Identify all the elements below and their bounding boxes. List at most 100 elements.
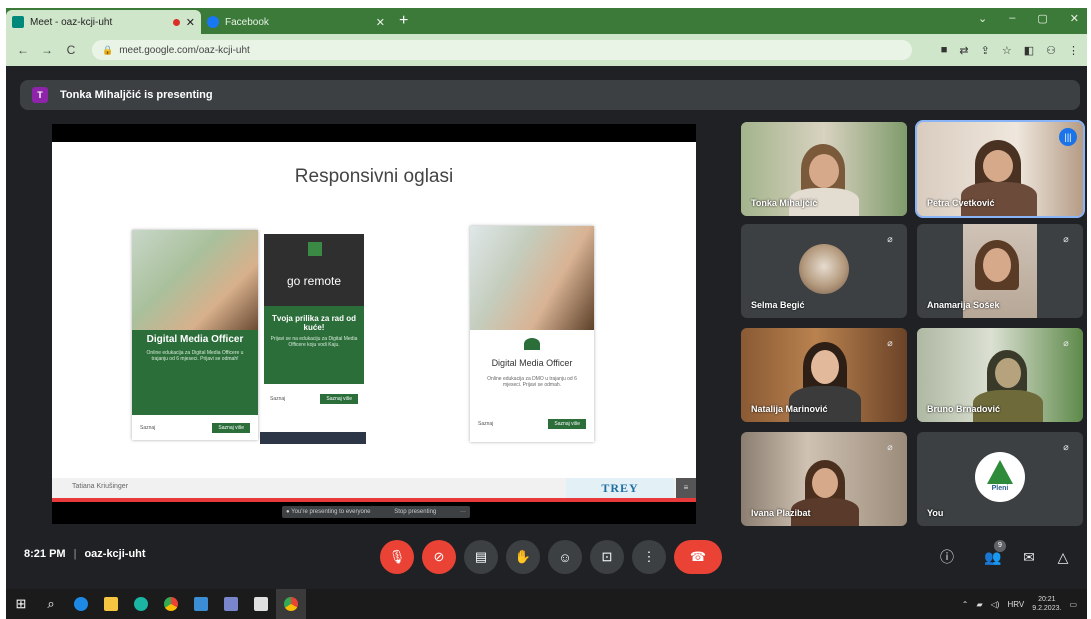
slide-footer: Tatiana Kriušinger TREY ≡ bbox=[52, 478, 696, 498]
presentation-stage[interactable]: Responsivni oglasi Digital Media Officer… bbox=[52, 124, 696, 524]
mic-off-icon: ⌀ bbox=[887, 442, 893, 452]
profile-icon[interactable]: ⚇ bbox=[1046, 44, 1056, 57]
participant-tile[interactable]: ||| Petra Cvetković bbox=[915, 120, 1085, 218]
raise-hand-button[interactable]: ✋ bbox=[506, 540, 540, 574]
mail-icon[interactable] bbox=[216, 589, 246, 619]
more-options-button[interactable]: ⋮ bbox=[632, 540, 666, 574]
participant-tile[interactable]: ⌀ Selma Begić bbox=[741, 224, 907, 318]
menu-icon[interactable]: ⋮ bbox=[1068, 44, 1079, 57]
app-icon[interactable] bbox=[246, 589, 276, 619]
bookmark-star-icon[interactable]: ☆ bbox=[1002, 44, 1012, 57]
camera-toggle-button[interactable]: ⊘ bbox=[422, 540, 456, 574]
participant-tile-self[interactable]: Pleni ⌀ You bbox=[917, 432, 1083, 526]
back-icon[interactable]: ← bbox=[14, 43, 32, 57]
ad-footer: Saznaj Saznaj više bbox=[470, 416, 594, 432]
participant-name: Bruno Brnadović bbox=[927, 404, 1001, 414]
notifications-icon[interactable]: ▭ bbox=[1069, 600, 1077, 609]
sidebar-icon[interactable]: ◧ bbox=[1024, 44, 1034, 57]
participant-tile[interactable]: ⌀ Natalija Marinović bbox=[741, 328, 907, 422]
ad-footer: Saznaj Saznaj više bbox=[264, 390, 364, 408]
meet-window: T Tonka Mihaljčić is presenting Responsi… bbox=[6, 66, 1087, 589]
browser-tab-bar: Meet - oaz-kcji-uht ✕ Facebook ✕ + ⌄ – ▢… bbox=[6, 8, 1087, 34]
reactions-button[interactable]: ☺ bbox=[548, 540, 582, 574]
stop-presenting-button[interactable]: Stop presenting bbox=[394, 509, 436, 515]
participant-tile[interactable]: Tonka Mihaljčić bbox=[741, 122, 907, 216]
clock-time: 20:21 bbox=[1038, 596, 1056, 603]
ad-green-panel: Tvoja prilika za rad od kuće! Prijavi se… bbox=[264, 306, 364, 384]
participant-name: Selma Begić bbox=[751, 300, 805, 310]
share-icon[interactable]: ⇪ bbox=[981, 44, 990, 57]
tab-meet[interactable]: Meet - oaz-kcji-uht ✕ bbox=[6, 10, 201, 34]
clock[interactable]: 20:21 9.2.2023. bbox=[1032, 595, 1061, 613]
search-icon[interactable]: ⌕ bbox=[36, 589, 66, 619]
minimize-icon[interactable]: – bbox=[1009, 12, 1015, 25]
present-button[interactable]: ⊡ bbox=[590, 540, 624, 574]
close-tab-icon[interactable]: ✕ bbox=[376, 16, 385, 29]
slide-menu-icon[interactable]: ≡ bbox=[676, 478, 696, 498]
people-button[interactable]: 👥 9 bbox=[980, 540, 1006, 570]
mic-off-icon: ⌀ bbox=[1063, 338, 1069, 348]
camera-off-icon: ⊘ bbox=[433, 549, 445, 564]
activities-button[interactable]: △ bbox=[1050, 544, 1076, 570]
participant-tile[interactable]: ⌀ Bruno Brnadović bbox=[917, 328, 1083, 422]
facebook-favicon-icon bbox=[207, 16, 219, 28]
tab-facebook[interactable]: Facebook ✕ bbox=[201, 10, 391, 34]
captions-button[interactable]: ▤ bbox=[464, 540, 498, 574]
presenting-more-button[interactable]: ··· bbox=[460, 509, 466, 515]
meeting-code: oaz-kcji-uht bbox=[84, 548, 146, 560]
participant-tile[interactable]: ⌀ Ivana Plazibat bbox=[741, 432, 907, 526]
volume-icon[interactable]: ◁) bbox=[991, 600, 1000, 609]
mic-toggle-button[interactable]: 🎙 bbox=[380, 540, 414, 574]
participant-name: Tonka Mihaljčić bbox=[751, 198, 818, 208]
participant-name: You bbox=[927, 508, 944, 518]
info-icon: ⓘ bbox=[940, 549, 954, 565]
chrome-active-icon[interactable] bbox=[276, 589, 306, 619]
participant-name: Petra Cvetković bbox=[927, 198, 995, 208]
ad-left-label: Saznaj bbox=[478, 421, 494, 427]
clock-date: 9.2.2023. bbox=[1032, 605, 1062, 612]
start-icon[interactable]: ⊞ bbox=[6, 589, 36, 619]
tab-search-icon[interactable]: ⌄ bbox=[978, 12, 987, 25]
presenting-text: Tonka Mihaljčić is presenting bbox=[60, 89, 213, 101]
tray-chevron-icon[interactable]: ⌃ bbox=[962, 600, 969, 609]
recording-dot-icon bbox=[172, 18, 180, 26]
mic-off-icon: ⌀ bbox=[887, 338, 893, 348]
network-icon[interactable]: ▰ bbox=[977, 600, 983, 609]
camera-indicator-icon[interactable]: ■ bbox=[941, 44, 948, 57]
language-indicator[interactable]: HRV bbox=[1007, 600, 1024, 609]
avatar-logo-text: Pleni bbox=[991, 485, 1009, 492]
ad-title: Digital Media Officer bbox=[491, 358, 573, 368]
windows-taskbar: ⊞ ⌕ ⌃ ▰ ◁) HRV 20:21 9.2.2023. ▭ bbox=[6, 589, 1087, 619]
participant-tile[interactable]: ⌀ Anamarija Sošek bbox=[917, 224, 1083, 318]
edge-icon[interactable] bbox=[126, 589, 156, 619]
file-explorer-icon[interactable] bbox=[96, 589, 126, 619]
leave-call-button[interactable]: ☎ bbox=[674, 540, 722, 574]
edge-legacy-icon[interactable] bbox=[66, 589, 96, 619]
slide-title: Responsivni oglasi bbox=[294, 166, 454, 187]
url-input[interactable]: 🔒 meet.google.com/oaz-kcji-uht bbox=[92, 40, 912, 60]
ad-logo-icon bbox=[308, 242, 322, 256]
meeting-details-button[interactable]: ⓘ bbox=[934, 544, 960, 570]
forward-icon[interactable]: → bbox=[38, 43, 56, 57]
presenter-name-label: Tatiana Kriušinger bbox=[72, 483, 129, 490]
ad-cta-button: Saznaj više bbox=[212, 423, 250, 433]
chrome-icon[interactable] bbox=[156, 589, 186, 619]
slide-progress-line bbox=[52, 498, 696, 502]
chat-button[interactable]: ✉ bbox=[1016, 544, 1042, 570]
maximize-icon[interactable]: ▢ bbox=[1037, 12, 1047, 25]
end-call-icon: ☎ bbox=[689, 549, 707, 564]
store-icon[interactable] bbox=[186, 589, 216, 619]
close-window-icon[interactable]: ✕ bbox=[1070, 12, 1079, 25]
close-tab-icon[interactable]: ✕ bbox=[186, 16, 195, 29]
address-bar: ← → C 🔒 meet.google.com/oaz-kcji-uht ■ ⇄… bbox=[6, 34, 1087, 66]
ad-green-panel: Digital Media Officer Online edukacija z… bbox=[132, 330, 258, 415]
reload-icon[interactable]: C bbox=[62, 43, 80, 57]
ad-title: Digital Media Officer bbox=[146, 334, 244, 345]
translate-icon[interactable]: ⇄ bbox=[959, 44, 968, 57]
new-tab-button[interactable]: + bbox=[399, 10, 408, 34]
ad-description: Prijavi se na edukaciju za Digital Media… bbox=[270, 336, 358, 348]
more-vert-icon: ⋮ bbox=[642, 549, 656, 564]
ad-mockup-square: Digital Media Officer Online edukacija z… bbox=[132, 230, 258, 440]
divider: | bbox=[73, 548, 77, 560]
ad-mockup-light: Digital Media Officer Online edukacija z… bbox=[470, 226, 594, 442]
